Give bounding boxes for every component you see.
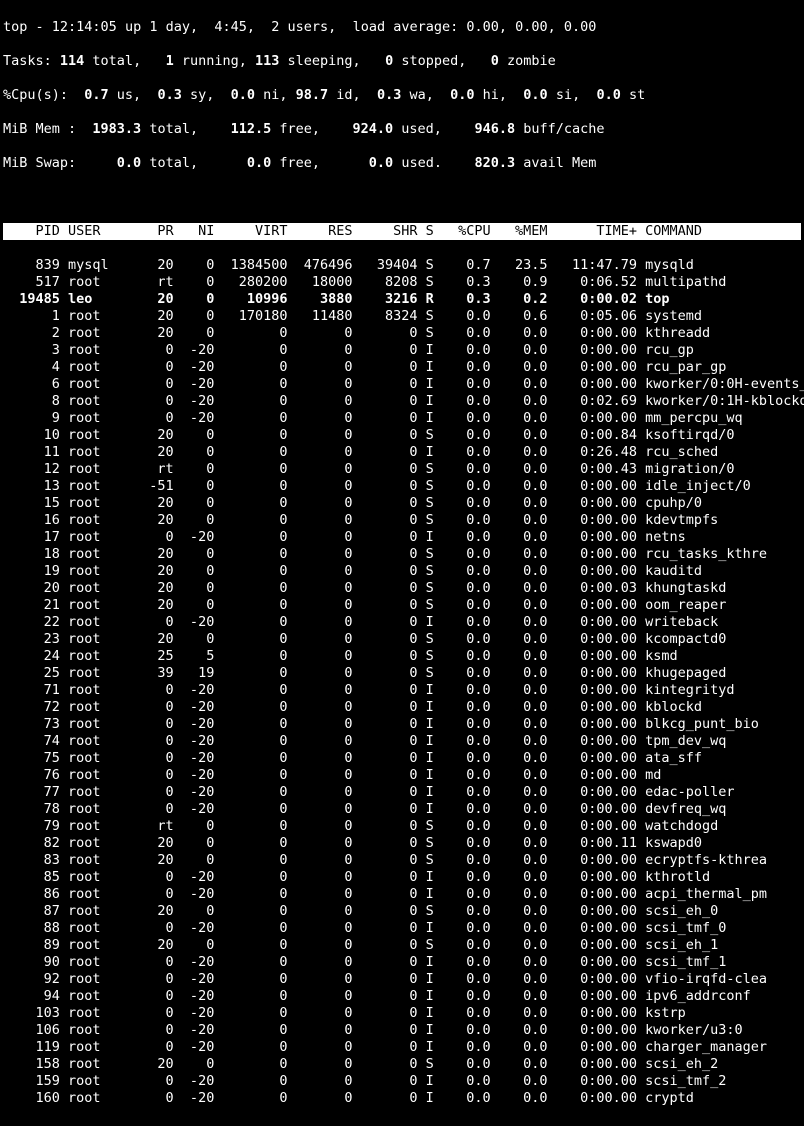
process-row: 16 root 20 0 0 0 0 S 0.0 0.0 0:00.00 kde… <box>3 512 801 529</box>
process-row: 22 root 0 -20 0 0 0 I 0.0 0.0 0:00.00 wr… <box>3 614 801 631</box>
process-row: 6 root 0 -20 0 0 0 I 0.0 0.0 0:00.00 kwo… <box>3 376 801 393</box>
process-row: 78 root 0 -20 0 0 0 I 0.0 0.0 0:00.00 de… <box>3 801 801 818</box>
process-row: 92 root 0 -20 0 0 0 I 0.0 0.0 0:00.00 vf… <box>3 971 801 988</box>
process-row: 79 root rt 0 0 0 0 S 0.0 0.0 0:00.00 wat… <box>3 818 801 835</box>
process-row: 89 root 20 0 0 0 0 S 0.0 0.0 0:00.00 scs… <box>3 937 801 954</box>
process-row: 86 root 0 -20 0 0 0 I 0.0 0.0 0:00.00 ac… <box>3 886 801 903</box>
process-row: 75 root 0 -20 0 0 0 I 0.0 0.0 0:00.00 at… <box>3 750 801 767</box>
process-row: 159 root 0 -20 0 0 0 I 0.0 0.0 0:00.00 s… <box>3 1073 801 1090</box>
process-row: 21 root 20 0 0 0 0 S 0.0 0.0 0:00.00 oom… <box>3 597 801 614</box>
process-row: 19 root 20 0 0 0 0 S 0.0 0.0 0:00.00 kau… <box>3 563 801 580</box>
process-row: 76 root 0 -20 0 0 0 I 0.0 0.0 0:00.00 md <box>3 767 801 784</box>
process-row: 13 root -51 0 0 0 0 S 0.0 0.0 0:00.00 id… <box>3 478 801 495</box>
process-row: 24 root 25 5 0 0 0 S 0.0 0.0 0:00.00 ksm… <box>3 648 801 665</box>
process-row: 19485 leo 20 0 10996 3880 3216 R 0.3 0.2… <box>3 291 801 308</box>
process-row: 23 root 20 0 0 0 0 S 0.0 0.0 0:00.00 kco… <box>3 631 801 648</box>
process-row: 73 root 0 -20 0 0 0 I 0.0 0.0 0:00.00 bl… <box>3 716 801 733</box>
summary-line-tasks: Tasks: 114 total, 1 running, 113 sleepin… <box>3 53 801 70</box>
process-row: 74 root 0 -20 0 0 0 I 0.0 0.0 0:00.00 tp… <box>3 733 801 750</box>
process-row: 4 root 0 -20 0 0 0 I 0.0 0.0 0:00.00 rcu… <box>3 359 801 376</box>
terminal-output[interactable]: top - 12:14:05 up 1 day, 4:45, 2 users, … <box>0 0 804 1126</box>
process-row: 839 mysql 20 0 1384500 476496 39404 S 0.… <box>3 257 801 274</box>
process-row: 18 root 20 0 0 0 0 S 0.0 0.0 0:00.00 rcu… <box>3 546 801 563</box>
blank-line <box>3 189 801 206</box>
process-row: 11 root 20 0 0 0 0 I 0.0 0.0 0:26.48 rcu… <box>3 444 801 461</box>
process-row: 20 root 20 0 0 0 0 S 0.0 0.0 0:00.03 khu… <box>3 580 801 597</box>
process-row: 12 root rt 0 0 0 0 S 0.0 0.0 0:00.43 mig… <box>3 461 801 478</box>
process-row: 158 root 20 0 0 0 0 S 0.0 0.0 0:00.00 sc… <box>3 1056 801 1073</box>
process-row: 71 root 0 -20 0 0 0 I 0.0 0.0 0:00.00 ki… <box>3 682 801 699</box>
process-row: 2 root 20 0 0 0 0 S 0.0 0.0 0:00.00 kthr… <box>3 325 801 342</box>
summary-line-swap: MiB Swap: 0.0 total, 0.0 free, 0.0 used.… <box>3 155 801 172</box>
process-row: 77 root 0 -20 0 0 0 I 0.0 0.0 0:00.00 ed… <box>3 784 801 801</box>
process-row: 15 root 20 0 0 0 0 S 0.0 0.0 0:00.00 cpu… <box>3 495 801 512</box>
process-row: 8 root 0 -20 0 0 0 I 0.0 0.0 0:02.69 kwo… <box>3 393 801 410</box>
process-row: 94 root 0 -20 0 0 0 I 0.0 0.0 0:00.00 ip… <box>3 988 801 1005</box>
process-table-body: 839 mysql 20 0 1384500 476496 39404 S 0.… <box>3 257 801 1107</box>
process-row: 3 root 0 -20 0 0 0 I 0.0 0.0 0:00.00 rcu… <box>3 342 801 359</box>
process-row: 517 root rt 0 280200 18000 8208 S 0.3 0.… <box>3 274 801 291</box>
process-row: 88 root 0 -20 0 0 0 I 0.0 0.0 0:00.00 sc… <box>3 920 801 937</box>
process-row: 160 root 0 -20 0 0 0 I 0.0 0.0 0:00.00 c… <box>3 1090 801 1107</box>
process-row: 90 root 0 -20 0 0 0 I 0.0 0.0 0:00.00 sc… <box>3 954 801 971</box>
summary-line-mem: MiB Mem : 1983.3 total, 112.5 free, 924.… <box>3 121 801 138</box>
process-row: 106 root 0 -20 0 0 0 I 0.0 0.0 0:00.00 k… <box>3 1022 801 1039</box>
process-row: 25 root 39 19 0 0 0 S 0.0 0.0 0:00.00 kh… <box>3 665 801 682</box>
summary-line-uptime: top - 12:14:05 up 1 day, 4:45, 2 users, … <box>3 19 801 36</box>
process-row: 83 root 20 0 0 0 0 S 0.0 0.0 0:00.00 ecr… <box>3 852 801 869</box>
process-row: 9 root 0 -20 0 0 0 I 0.0 0.0 0:00.00 mm_… <box>3 410 801 427</box>
process-row: 10 root 20 0 0 0 0 S 0.0 0.0 0:00.84 kso… <box>3 427 801 444</box>
process-row: 103 root 0 -20 0 0 0 I 0.0 0.0 0:00.00 k… <box>3 1005 801 1022</box>
process-row: 87 root 20 0 0 0 0 S 0.0 0.0 0:00.00 scs… <box>3 903 801 920</box>
process-row: 17 root 0 -20 0 0 0 I 0.0 0.0 0:00.00 ne… <box>3 529 801 546</box>
summary-line-cpu: %Cpu(s): 0.7 us, 0.3 sy, 0.0 ni, 98.7 id… <box>3 87 801 104</box>
process-row: 1 root 20 0 170180 11480 8324 S 0.0 0.6 … <box>3 308 801 325</box>
process-row: 72 root 0 -20 0 0 0 I 0.0 0.0 0:00.00 kb… <box>3 699 801 716</box>
process-row: 119 root 0 -20 0 0 0 I 0.0 0.0 0:00.00 c… <box>3 1039 801 1056</box>
process-row: 85 root 0 -20 0 0 0 I 0.0 0.0 0:00.00 kt… <box>3 869 801 886</box>
process-table-header: PID USER PR NI VIRT RES SHR S %CPU %MEM … <box>3 223 801 240</box>
process-row: 82 root 20 0 0 0 0 S 0.0 0.0 0:00.11 ksw… <box>3 835 801 852</box>
